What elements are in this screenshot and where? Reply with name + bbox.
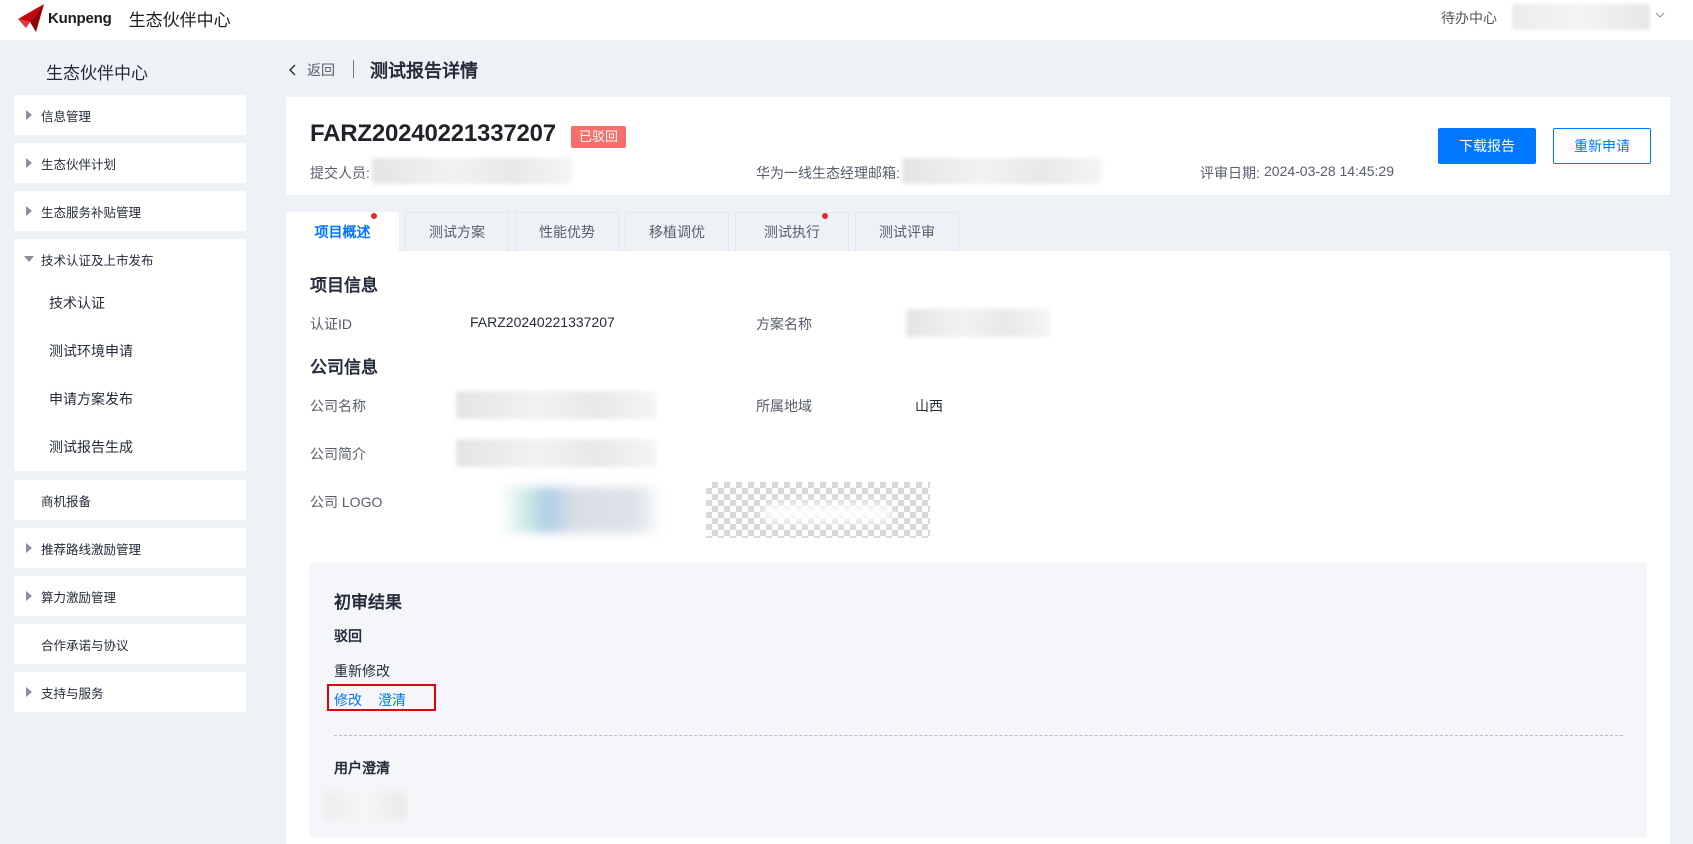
- solution-name-label: 方案名称: [756, 316, 812, 332]
- reapply-button[interactable]: 重新申请: [1553, 128, 1651, 164]
- preliminary-review-panel: 初审结果 驳回 重新修改 修改 澄清 用户澄清: [310, 563, 1647, 837]
- company-logo-label: 公司 LOGO: [310, 494, 383, 510]
- review-date-value: 2024-03-28 14:45:29: [1264, 163, 1394, 179]
- report-id: FARZ20240221337207: [310, 120, 556, 147]
- review-actions-highlight: 修改 澄清: [327, 684, 436, 711]
- back-label: 返回: [307, 62, 335, 78]
- sidebar-item-label: 生态伙伴计划: [41, 157, 117, 172]
- user-clarification-value-blurred: [324, 792, 406, 820]
- caret-right-icon: [26, 687, 32, 697]
- report-header-card: FARZ20240221337207 已驳回 提交人员: 华为一线生态经理邮箱:…: [286, 97, 1670, 195]
- sidebar-item-label: 支持与服务: [41, 686, 104, 701]
- sidebar-item-agreement[interactable]: 合作承诺与协议: [14, 624, 246, 664]
- tab-porting-tuning[interactable]: 移植调优: [625, 212, 729, 251]
- clarify-link[interactable]: 澄清: [378, 690, 406, 710]
- brand-logo[interactable]: Kunpeng 生态伙伴中心: [16, 2, 231, 34]
- sidebar-item-opportunity[interactable]: 商机报备: [14, 480, 246, 520]
- sidebar-subitem-tech-cert[interactable]: 技术认证: [14, 279, 246, 327]
- solution-name-value-blurred: [906, 309, 1050, 337]
- cert-id-label: 认证ID: [310, 316, 352, 332]
- user-clarification-title: 用户澄清: [334, 760, 390, 776]
- sidebar-item-compute-incentive[interactable]: 算力激励管理: [14, 576, 246, 616]
- caret-down-icon: [24, 256, 34, 262]
- company-intro-value-blurred: [456, 439, 656, 467]
- tab-label: 测试评审: [879, 224, 935, 240]
- tab-label: 性能优势: [539, 224, 595, 240]
- tab-test-plan[interactable]: 测试方案: [405, 212, 509, 251]
- sidebar-subitem-solution-release[interactable]: 申请方案发布: [14, 375, 246, 423]
- caret-right-icon: [26, 158, 32, 168]
- tab-test-execution[interactable]: 测试执行: [735, 212, 849, 251]
- tab-content: 项目信息 认证ID FARZ20240221337207 方案名称 公司信息 公…: [286, 251, 1670, 844]
- chevron-down-icon[interactable]: [1654, 9, 1666, 21]
- modify-link[interactable]: 修改: [334, 690, 362, 710]
- review-comment: 重新修改: [334, 663, 390, 679]
- review-date-label: 评审日期:: [1200, 165, 1260, 181]
- region-value: 山西: [915, 398, 943, 414]
- sidebar-item-label: 推荐路线激励管理: [41, 542, 142, 557]
- sidebar-item-partner-plan[interactable]: 生态伙伴计划: [14, 143, 246, 183]
- status-badge: 已驳回: [571, 126, 627, 148]
- page-title: 测试报告详情: [370, 61, 478, 81]
- notification-dot: [371, 213, 377, 219]
- company-intro-label: 公司简介: [310, 446, 366, 462]
- sidebar-item-label: 算力激励管理: [41, 590, 117, 605]
- dashed-divider: [334, 735, 1623, 736]
- company-name-label: 公司名称: [310, 398, 366, 414]
- todo-center-link[interactable]: 待办中心: [1441, 8, 1497, 28]
- submitter-value-blurred: [372, 158, 572, 184]
- company-logo-image-blurred: [500, 487, 662, 533]
- divider: [353, 60, 354, 78]
- tab-label: 移植调优: [649, 224, 705, 240]
- tab-test-review[interactable]: 测试评审: [855, 212, 959, 251]
- caret-right-icon: [26, 591, 32, 601]
- app-title: 生态伙伴中心: [128, 10, 231, 30]
- sidebar-group-tech-cert: 技术认证及上市发布 技术认证 测试环境申请 申请方案发布 测试报告生成: [14, 239, 246, 471]
- cert-id-value: FARZ20240221337207: [470, 314, 615, 330]
- sidebar-item-tech-cert[interactable]: 技术认证及上市发布: [14, 239, 246, 279]
- sidebar-item-label: 生态服务补贴管理: [41, 205, 142, 220]
- sidebar-item-label: 信息管理: [41, 109, 92, 124]
- back-button[interactable]: 返回: [288, 60, 335, 80]
- sidebar-item-support[interactable]: 支持与服务: [14, 672, 246, 712]
- caret-right-icon: [26, 206, 32, 216]
- company-logo-overlay-blurred: [762, 504, 892, 522]
- caret-right-icon: [26, 543, 32, 553]
- sidebar-title: 生态伙伴中心: [46, 64, 148, 83]
- chevron-left-icon: [289, 64, 296, 76]
- manager-email-value-blurred: [902, 158, 1102, 184]
- sidebar: 生态伙伴中心 信息管理 生态伙伴计划 生态服务补贴管理 技术认证及上市发布 技术…: [0, 40, 262, 844]
- top-bar: Kunpeng 生态伙伴中心 待办中心: [0, 0, 1693, 40]
- caret-right-icon: [26, 110, 32, 120]
- review-status: 驳回: [334, 628, 362, 644]
- download-report-button[interactable]: 下载报告: [1438, 128, 1536, 164]
- review-title: 初审结果: [334, 593, 402, 612]
- brand-name: Kunpeng: [48, 9, 112, 27]
- project-info-title: 项目信息: [310, 276, 378, 295]
- tab-label: 测试执行: [764, 224, 820, 240]
- manager-email-label: 华为一线生态经理邮箱:: [756, 165, 900, 181]
- sidebar-item-info-management[interactable]: 信息管理: [14, 95, 246, 135]
- sidebar-item-label: 商机报备: [41, 494, 92, 509]
- user-account-blurred[interactable]: [1512, 4, 1650, 30]
- sidebar-item-service-subsidy[interactable]: 生态服务补贴管理: [14, 191, 246, 231]
- tab-label: 测试方案: [429, 224, 485, 240]
- sidebar-item-label: 技术认证及上市发布: [41, 253, 154, 268]
- company-info-title: 公司信息: [310, 358, 378, 377]
- sidebar-subitem-test-report[interactable]: 测试报告生成: [14, 423, 246, 471]
- notification-dot: [822, 213, 828, 219]
- sidebar-subitem-test-env[interactable]: 测试环境申请: [14, 327, 246, 375]
- company-name-value-blurred: [456, 391, 656, 419]
- tab-performance[interactable]: 性能优势: [515, 212, 619, 251]
- sidebar-item-label: 合作承诺与协议: [41, 638, 129, 653]
- region-label: 所属地域: [756, 398, 812, 414]
- tab-project-overview[interactable]: 项目概述: [286, 212, 399, 251]
- tab-label: 项目概述: [314, 224, 371, 240]
- kunpeng-logo-icon: [18, 4, 44, 32]
- sidebar-item-route-incentive[interactable]: 推荐路线激励管理: [14, 528, 246, 568]
- submitter-label: 提交人员:: [310, 165, 370, 181]
- tab-bar: 项目概述 测试方案 性能优势 移植调优 测试执行 测试评审: [286, 212, 965, 251]
